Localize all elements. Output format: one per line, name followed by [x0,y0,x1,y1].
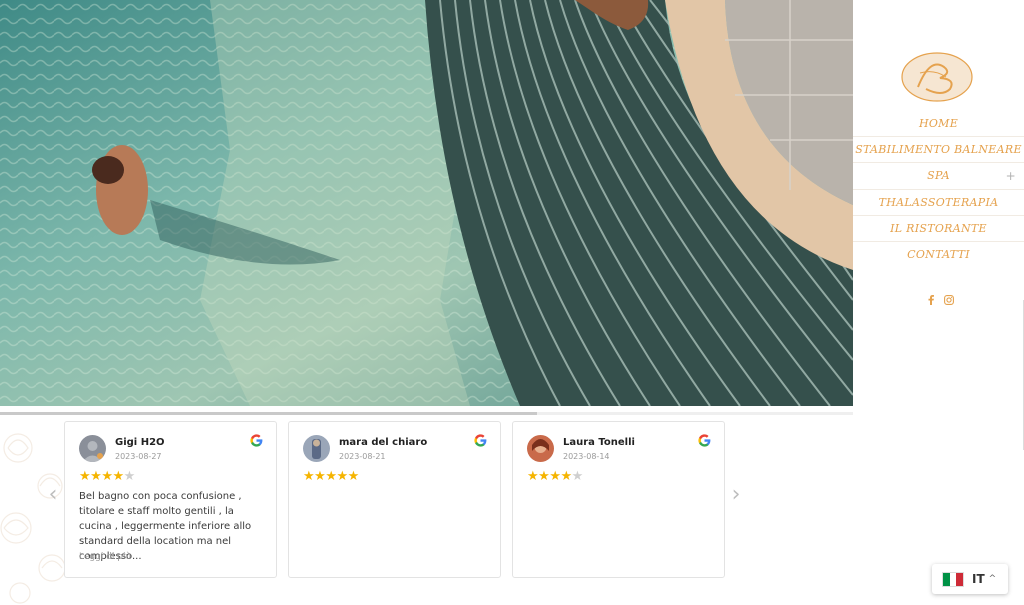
logo[interactable] [900,51,974,103]
avatar [527,435,554,462]
nav-item-il-ristorante[interactable]: IL RISTORANTE [853,216,1024,242]
star-filled-icon: ★ [336,469,348,484]
decorative-pattern [0,433,66,604]
avatar [303,435,330,462]
italy-flag-icon [942,571,964,587]
chevron-up-icon: ^ [988,574,997,584]
read-more-link[interactable]: Leggi di più [79,552,131,562]
star-rating: ★★★★★ [303,470,359,484]
scroll-progress-track[interactable] [0,412,853,415]
nav-item-spa[interactable]: SPA + [853,163,1024,190]
reviewer-name: mara del chiaro [339,437,428,448]
sidebar: HOME STABILIMENTO BALNEARE SPA + THALASSO… [853,0,1024,330]
star-filled-icon: ★ [314,469,326,484]
facebook-icon[interactable] [928,295,934,305]
review-date: 2023-08-27 [115,452,162,461]
pool-photo [0,0,853,406]
reviews-next-arrow[interactable]: › [729,484,743,508]
star-filled-icon: ★ [527,469,539,484]
language-switcher[interactable]: IT ^ [932,564,1008,594]
star-filled-icon: ★ [538,469,550,484]
nav-label-contatti: CONTATTI [907,247,970,261]
star-empty-icon: ★ [123,469,136,484]
star-rating: ★★★★★ [79,470,135,484]
star-filled-icon: ★ [112,469,124,484]
social-links [921,293,961,307]
nav-item-thalassoterapia[interactable]: THALASSOTERAPIA [853,190,1024,216]
star-filled-icon: ★ [549,469,561,484]
reviewer-name: Laura Tonelli [563,437,635,448]
language-code: IT [972,572,985,586]
star-filled-icon: ★ [560,469,572,484]
nav-item-home[interactable]: HOME [853,111,1024,138]
google-icon [250,434,263,447]
nav-label-spa: SPA [927,169,950,183]
nav-label-stabilimento: STABILIMENTO BALNEARE [855,143,1022,157]
review-card[interactable]: Gigi H2O 2023-08-27 ★★★★★ Bel bagno con … [64,421,277,578]
review-card[interactable]: mara del chiaro 2023-08-21 ★★★★★ [288,421,501,578]
review-date: 2023-08-14 [563,452,610,461]
nav-label-home: HOME [918,117,959,130]
star-filled-icon: ★ [79,469,91,484]
star-filled-icon: ★ [90,469,102,484]
review-date: 2023-08-21 [339,452,386,461]
star-empty-icon: ★ [571,469,584,484]
hero-image [0,0,853,406]
google-icon [474,434,487,447]
nav-item-stabilimento-balneare[interactable]: STABILIMENTO BALNEARE [853,137,1024,164]
nav-item-contatti[interactable]: CONTATTI [853,242,1024,268]
star-rating: ★★★★★ [527,470,583,484]
reviews-prev-arrow[interactable]: ‹ [46,484,60,508]
avatar [79,435,106,462]
instagram-icon[interactable] [944,295,954,305]
star-filled-icon: ★ [101,469,113,484]
nav-label-thalassoterapia: THALASSOTERAPIA [878,195,999,209]
main-nav: HOME STABILIMENTO BALNEARE SPA + THALASSO… [853,111,1024,268]
star-filled-icon: ★ [325,469,337,484]
star-filled-icon: ★ [303,469,315,484]
star-filled-icon: ★ [347,469,360,484]
review-card[interactable]: Laura Tonelli 2023-08-14 ★★★★★ [512,421,725,578]
expand-icon[interactable]: + [1006,163,1016,189]
scroll-progress-thumb[interactable] [0,412,537,415]
reviewer-name: Gigi H2O [115,437,165,448]
nav-label-ristorante: IL RISTORANTE [890,221,987,235]
google-icon [698,434,711,447]
